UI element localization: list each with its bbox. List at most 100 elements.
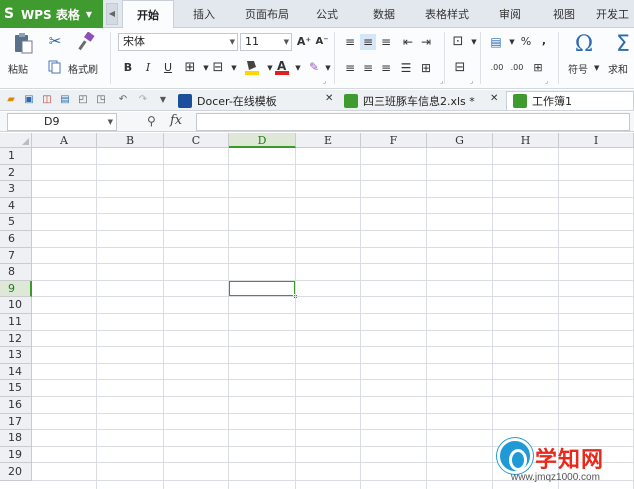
column-header-f[interactable]: F bbox=[361, 133, 427, 148]
autosum-label[interactable]: 求和 bbox=[608, 61, 628, 76]
increase-decimal-button[interactable]: .00 bbox=[488, 60, 506, 76]
column-header-h[interactable]: H bbox=[493, 133, 559, 148]
distributed-icon[interactable]: ⊞ bbox=[418, 60, 434, 76]
justify-icon[interactable]: ☰ bbox=[398, 60, 414, 76]
row-header-5[interactable]: 5 bbox=[0, 214, 32, 231]
align-middle-icon[interactable]: ≡ bbox=[360, 34, 376, 50]
decrease-font-button[interactable]: A⁻ bbox=[314, 34, 330, 50]
format-painter-icon[interactable] bbox=[76, 32, 96, 52]
increase-indent-icon[interactable]: ⇥ bbox=[418, 34, 434, 50]
merge-cells-icon[interactable]: ⊟ bbox=[210, 60, 226, 76]
search-icon[interactable]: ⚲ bbox=[147, 114, 161, 128]
insert-function-button[interactable]: fx bbox=[170, 113, 182, 128]
column-header-i[interactable]: I bbox=[559, 133, 634, 148]
font-size-select[interactable]: 11 ▼ bbox=[240, 33, 292, 51]
decrease-decimal-button[interactable]: .00 bbox=[508, 60, 526, 76]
alignment-dialog-launcher-icon[interactable]: ⌟ bbox=[440, 77, 443, 85]
cut-icon[interactable]: ✂ bbox=[46, 32, 64, 50]
save-icon[interactable]: ▣ bbox=[22, 93, 36, 107]
decrease-indent-icon[interactable]: ⇤ bbox=[400, 34, 416, 50]
underline-button[interactable]: U bbox=[160, 60, 176, 76]
merge-center-icon[interactable]: ⊟ bbox=[452, 60, 468, 76]
row-header-18[interactable]: 18 bbox=[0, 430, 32, 447]
row-header-11[interactable]: 11 bbox=[0, 314, 32, 331]
row-header-6[interactable]: 6 bbox=[0, 231, 32, 248]
paste-label[interactable]: 粘贴 bbox=[8, 61, 28, 76]
row-header-2[interactable]: 2 bbox=[0, 164, 32, 182]
comma-button[interactable]: , bbox=[536, 33, 552, 49]
bold-button[interactable]: B bbox=[120, 60, 136, 76]
close-tab-icon[interactable]: ✕ bbox=[490, 93, 498, 104]
tab-home[interactable]: 开始 bbox=[122, 0, 174, 29]
percent-button[interactable]: % bbox=[518, 34, 534, 50]
doc-tab-docer[interactable]: Docer-在线模板 bbox=[178, 91, 328, 110]
borders-icon[interactable]: ⊞ bbox=[182, 60, 198, 76]
chevron-down-icon[interactable]: ▼ bbox=[284, 34, 289, 50]
row-header-16[interactable]: 16 bbox=[0, 397, 32, 414]
print-icon[interactable]: ▤ bbox=[58, 93, 72, 107]
print-preview-icon[interactable]: ◰ bbox=[76, 93, 90, 107]
formula-input[interactable] bbox=[196, 113, 630, 131]
align-left-icon[interactable]: ≡ bbox=[342, 60, 358, 76]
align-top-icon[interactable]: ≡ bbox=[342, 34, 358, 50]
align-bottom-icon[interactable]: ≡ bbox=[378, 34, 394, 50]
tab-table-style[interactable]: 表格样式 bbox=[416, 0, 478, 28]
column-header-e[interactable]: E bbox=[296, 133, 361, 148]
number-dialog-launcher-icon[interactable]: ⌟ bbox=[545, 77, 548, 85]
tab-data[interactable]: 数据 bbox=[362, 0, 406, 28]
name-box[interactable]: D9 ▼ bbox=[7, 113, 117, 131]
column-header-a[interactable]: A bbox=[32, 133, 97, 148]
undo-icon[interactable]: ↶ bbox=[116, 93, 130, 107]
fill-color-icon[interactable] bbox=[244, 58, 260, 75]
select-all-button[interactable] bbox=[0, 133, 32, 148]
row-header-9[interactable]: 9 bbox=[0, 280, 32, 298]
close-tab-icon[interactable]: ✕ bbox=[325, 93, 333, 104]
font-dialog-launcher-icon[interactable]: ⌟ bbox=[323, 77, 326, 85]
chevron-down-icon[interactable]: ▼ bbox=[290, 60, 306, 76]
doc-tab-workbook1[interactable]: 工作簿1 bbox=[506, 91, 634, 110]
row-header-3[interactable]: 3 bbox=[0, 181, 32, 198]
row-header-20[interactable]: 20 bbox=[0, 463, 32, 482]
tab-page-layout[interactable]: 页面布局 bbox=[236, 0, 298, 28]
spell-check-icon[interactable]: ◳ bbox=[94, 93, 108, 107]
tab-scroll-left-button[interactable]: ◀ bbox=[106, 3, 118, 25]
paste-icon[interactable] bbox=[12, 32, 34, 54]
tab-insert[interactable]: 插入 bbox=[180, 0, 228, 28]
row-header-12[interactable]: 12 bbox=[0, 330, 32, 348]
format-painter-label[interactable]: 格式刷 bbox=[68, 61, 98, 76]
align-center-icon[interactable]: ≡ bbox=[360, 60, 376, 76]
column-header-c[interactable]: C bbox=[164, 133, 229, 148]
symbol-label[interactable]: 符号 bbox=[568, 61, 588, 76]
font-name-select[interactable]: 宋体 ▼ bbox=[118, 33, 238, 51]
redo-icon[interactable]: ↷ bbox=[136, 93, 150, 107]
increase-font-button[interactable]: A⁺ bbox=[296, 34, 312, 50]
wrap-text-icon[interactable]: ⊡ bbox=[450, 34, 466, 50]
chevron-down-icon[interactable]: ▼ bbox=[108, 114, 113, 130]
row-header-8[interactable]: 8 bbox=[0, 264, 32, 281]
row-header-4[interactable]: 4 bbox=[0, 197, 32, 215]
tab-formulas[interactable]: 公式 bbox=[306, 0, 348, 28]
align-right-icon[interactable]: ≡ bbox=[378, 60, 394, 76]
convert-icon[interactable]: ⊞ bbox=[530, 60, 546, 76]
symbol-icon[interactable]: Ω bbox=[572, 32, 596, 57]
autosum-icon[interactable]: Σ bbox=[612, 32, 634, 57]
row-header-17[interactable]: 17 bbox=[0, 413, 32, 431]
column-header-g[interactable]: G bbox=[427, 133, 493, 148]
column-header-d[interactable]: D bbox=[229, 133, 296, 148]
row-header-1[interactable]: 1 bbox=[0, 148, 32, 165]
tab-developer[interactable]: 开发工 bbox=[596, 0, 634, 28]
row-header-13[interactable]: 13 bbox=[0, 347, 32, 364]
chevron-down-icon[interactable]: ▼ bbox=[226, 60, 242, 76]
number-format-icon[interactable]: ▤ bbox=[488, 34, 504, 50]
open-folder-icon[interactable]: ▰ bbox=[4, 93, 18, 107]
font-color-icon[interactable]: A bbox=[274, 58, 290, 75]
customize-toolbar-icon[interactable]: ▼ bbox=[156, 93, 170, 107]
export-pdf-icon[interactable]: ◫ bbox=[40, 93, 54, 107]
row-header-10[interactable]: 10 bbox=[0, 297, 32, 314]
row-header-14[interactable]: 14 bbox=[0, 363, 32, 381]
doc-tab-xls[interactable]: 四三班豚车信息2.xls * bbox=[344, 91, 484, 110]
copy-icon[interactable] bbox=[48, 60, 62, 74]
tab-review[interactable]: 审阅 bbox=[488, 0, 532, 28]
italic-button[interactable]: I bbox=[140, 60, 156, 76]
chevron-down-icon[interactable]: ▼ bbox=[230, 34, 235, 50]
